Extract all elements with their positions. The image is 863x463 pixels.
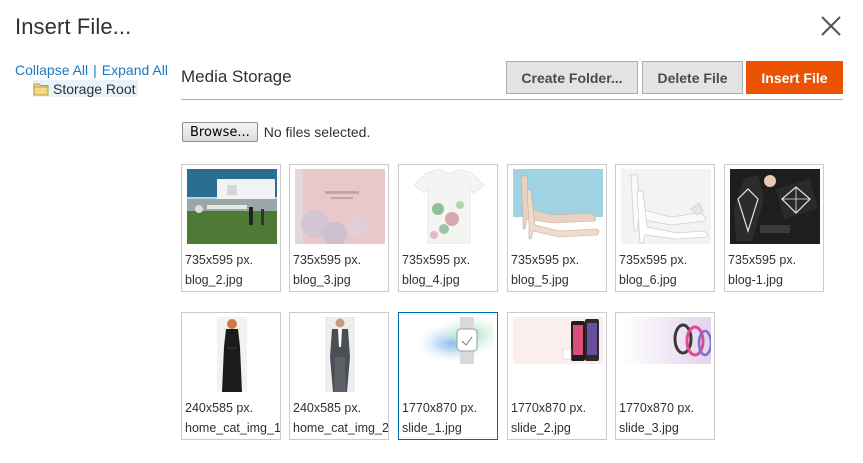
close-button[interactable] xyxy=(819,14,843,38)
tree-controls: Collapse All | Expand All xyxy=(15,62,168,78)
folder-icon xyxy=(33,82,49,96)
file-name: slide_2.jpg xyxy=(511,421,571,435)
tree-node-storage-root[interactable]: Storage Root xyxy=(33,80,138,97)
file-card[interactable]: 735x595 px. blog_5.jpg xyxy=(507,164,607,292)
file-size: 240x585 px. xyxy=(185,401,254,415)
file-name: blog-1.jpg xyxy=(728,273,783,287)
file-card[interactable]: 1770x870 px. slide_3.jpg xyxy=(615,312,715,440)
file-card-selected[interactable]: 1770x870 px. slide_1.jpg xyxy=(398,312,498,440)
file-name: blog_5.jpg xyxy=(511,273,569,287)
file-size: 735x595 px. xyxy=(619,253,688,267)
file-card[interactable]: 735x595 px. blog_2.jpg xyxy=(181,164,281,292)
file-card[interactable]: 735x595 px. blog_3.jpg xyxy=(289,164,389,292)
file-size: 1770x870 px. xyxy=(511,401,587,415)
file-card[interactable]: 735x595 px. blog-1.jpg xyxy=(724,164,824,292)
file-size: 735x595 px. xyxy=(511,253,580,267)
modal-title: Insert File... xyxy=(15,14,132,39)
phone-slide xyxy=(513,317,603,392)
file-card[interactable]: 735x595 px. blog_6.jpg xyxy=(615,164,715,292)
file-name: blog_4.jpg xyxy=(402,273,460,287)
file-name: home_cat_img_1.jpg xyxy=(185,421,281,435)
file-card[interactable]: 240x585 px. home_cat_img_2.jpg xyxy=(289,312,389,440)
nude-heels-photo xyxy=(513,169,603,244)
close-icon xyxy=(821,16,841,36)
file-name: slide_1.jpg xyxy=(402,421,462,435)
floral-tshirt-photo xyxy=(404,169,494,244)
collapse-all-link[interactable]: Collapse All xyxy=(15,62,88,78)
file-size: 735x595 px. xyxy=(293,253,362,267)
tree-separator: | xyxy=(93,62,97,78)
file-name: blog_6.jpg xyxy=(619,273,677,287)
header-divider xyxy=(181,99,843,100)
file-size: 735x595 px. xyxy=(185,253,254,267)
geometric-clutch-photo xyxy=(730,169,820,244)
fitness-bands-slide xyxy=(621,317,711,392)
file-size: 1770x870 px. xyxy=(619,401,695,415)
file-size: 240x585 px. xyxy=(293,401,362,415)
file-size: 1770x870 px. xyxy=(402,401,478,415)
file-card[interactable]: 240x585 px. home_cat_img_1.jpg xyxy=(181,312,281,440)
fashion-show-photo xyxy=(187,169,277,244)
file-name: blog_2.jpg xyxy=(185,273,243,287)
file-name: slide_3.jpg xyxy=(619,421,679,435)
smartwatch-slide xyxy=(404,317,494,392)
file-name: home_cat_img_2.jpg xyxy=(293,421,389,435)
man-suit-photo xyxy=(295,317,385,392)
file-size: 735x595 px. xyxy=(402,253,471,267)
browse-button[interactable]: Browse... xyxy=(182,122,258,142)
create-folder-button[interactable]: Create Folder... xyxy=(506,61,638,94)
delete-file-button[interactable]: Delete File xyxy=(642,61,743,94)
upload-status: No files selected. xyxy=(263,124,371,140)
file-card[interactable]: 1770x870 px. slide_2.jpg xyxy=(507,312,607,440)
storage-title: Media Storage xyxy=(181,67,292,86)
tree-node-label: Storage Root xyxy=(53,80,136,97)
insert-file-button[interactable]: Insert File xyxy=(746,61,843,94)
file-size: 735x595 px. xyxy=(728,253,797,267)
file-name: blog_3.jpg xyxy=(293,273,351,287)
white-bow-heels-photo xyxy=(621,169,711,244)
file-card[interactable]: 735x595 px. blog_4.jpg xyxy=(398,164,498,292)
upload-row: Browse... No files selected. xyxy=(182,122,370,142)
woman-black-dress-photo xyxy=(187,317,277,392)
expand-all-link[interactable]: Expand All xyxy=(102,62,168,78)
pink-fabric-logo-photo xyxy=(295,169,385,244)
